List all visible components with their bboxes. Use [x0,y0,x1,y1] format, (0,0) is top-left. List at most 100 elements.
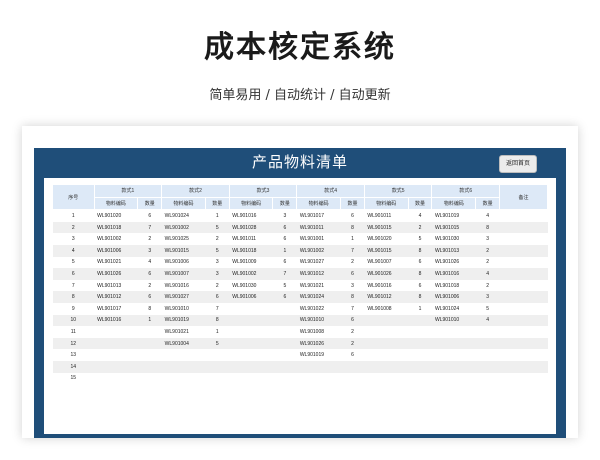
material-code-cell[interactable]: WL901015 [431,221,476,234]
quantity-cell[interactable] [272,360,297,373]
quantity-cell[interactable] [475,360,500,373]
quantity-cell[interactable]: 4 [475,268,500,280]
material-code-cell[interactable]: WL901019 [161,314,206,327]
quantity-cell[interactable]: 3 [475,291,500,303]
quantity-cell[interactable]: 3 [475,233,500,245]
quantity-cell[interactable]: 5 [272,279,297,292]
quantity-cell[interactable] [137,360,162,373]
material-code-cell[interactable] [94,372,138,385]
material-code-cell[interactable] [229,349,273,361]
quantity-cell[interactable]: 2 [137,279,162,292]
material-code-cell[interactable] [431,326,476,338]
quantity-cell[interactable]: 5 [205,337,230,350]
material-code-cell[interactable] [364,314,409,327]
quantity-cell[interactable]: 6 [272,233,297,245]
material-code-cell[interactable]: WL901024 [161,209,206,222]
material-code-cell[interactable]: WL901010 [431,314,476,327]
quantity-cell[interactable]: 3 [340,279,365,292]
material-code-cell[interactable]: WL901004 [161,337,206,350]
quantity-cell[interactable]: 2 [475,256,500,269]
quantity-cell[interactable]: 5 [475,302,500,315]
remark-cell[interactable] [499,372,548,385]
material-code-cell[interactable]: WL901009 [229,256,273,269]
material-code-cell[interactable] [364,372,409,385]
material-code-cell[interactable]: WL901002 [94,233,138,245]
material-code-cell[interactable]: WL901018 [431,279,476,292]
quantity-cell[interactable]: 8 [475,221,500,234]
remark-cell[interactable] [499,291,548,303]
quantity-cell[interactable] [408,360,432,373]
material-code-cell[interactable] [229,314,273,327]
quantity-cell[interactable]: 2 [205,279,230,292]
quantity-cell[interactable] [137,337,162,350]
material-code-cell[interactable]: WL901026 [296,337,341,350]
quantity-cell[interactable]: 1 [205,326,230,338]
material-code-cell[interactable] [229,302,273,315]
material-code-cell[interactable]: WL901008 [296,326,341,338]
material-code-cell[interactable]: WL901016 [161,279,206,292]
material-code-cell[interactable]: WL901017 [94,302,138,315]
material-code-cell[interactable]: WL901030 [229,279,273,292]
material-code-cell[interactable] [364,360,409,373]
material-code-cell[interactable] [229,360,273,373]
material-code-cell[interactable]: WL901021 [161,326,206,338]
quantity-cell[interactable]: 8 [340,291,365,303]
quantity-cell[interactable]: 5 [408,233,432,245]
material-code-cell[interactable] [431,360,476,373]
material-code-cell[interactable]: WL901018 [94,221,138,234]
quantity-cell[interactable] [205,349,230,361]
material-code-cell[interactable]: WL901030 [431,233,476,245]
material-code-cell[interactable]: WL901007 [161,268,206,280]
quantity-cell[interactable]: 1 [408,302,432,315]
quantity-cell[interactable]: 4 [408,209,432,222]
quantity-cell[interactable]: 1 [340,233,365,245]
quantity-cell[interactable]: 6 [340,349,365,361]
material-code-cell[interactable]: WL901016 [229,209,273,222]
quantity-cell[interactable] [408,372,432,385]
quantity-cell[interactable] [475,326,500,338]
material-code-cell[interactable] [94,349,138,361]
material-code-cell[interactable] [161,349,206,361]
material-code-cell[interactable]: WL901012 [94,291,138,303]
remark-cell[interactable] [499,233,548,245]
quantity-cell[interactable] [137,326,162,338]
remark-cell[interactable] [499,302,548,315]
quantity-cell[interactable]: 1 [272,244,297,257]
quantity-cell[interactable] [137,372,162,385]
material-code-cell[interactable]: WL901006 [94,244,138,257]
material-code-cell[interactable]: WL901015 [364,244,409,257]
material-code-cell[interactable]: WL901012 [364,291,409,303]
quantity-cell[interactable] [475,349,500,361]
quantity-cell[interactable]: 1 [205,209,230,222]
quantity-cell[interactable]: 7 [340,244,365,257]
quantity-cell[interactable] [205,360,230,373]
material-code-cell[interactable]: WL901016 [94,314,138,327]
quantity-cell[interactable]: 6 [272,256,297,269]
material-code-cell[interactable]: WL901021 [296,279,341,292]
quantity-cell[interactable] [272,302,297,315]
quantity-cell[interactable] [137,349,162,361]
material-code-cell[interactable] [431,349,476,361]
material-code-cell[interactable] [431,372,476,385]
material-code-cell[interactable]: WL901011 [229,233,273,245]
material-code-cell[interactable]: WL901015 [364,221,409,234]
quantity-cell[interactable] [408,337,432,350]
material-code-cell[interactable]: WL901025 [161,233,206,245]
quantity-cell[interactable]: 2 [408,221,432,234]
quantity-cell[interactable]: 6 [137,268,162,280]
quantity-cell[interactable] [272,372,297,385]
material-code-cell[interactable] [364,326,409,338]
quantity-cell[interactable]: 2 [137,233,162,245]
material-code-cell[interactable] [229,337,273,350]
quantity-cell[interactable]: 3 [205,256,230,269]
quantity-cell[interactable]: 8 [408,244,432,257]
material-code-cell[interactable]: WL901015 [161,244,206,257]
quantity-cell[interactable]: 3 [272,209,297,222]
remark-cell[interactable] [499,360,548,373]
material-code-cell[interactable]: WL901006 [161,256,206,269]
quantity-cell[interactable] [408,314,432,327]
quantity-cell[interactable]: 3 [205,268,230,280]
material-code-cell[interactable]: WL901018 [229,244,273,257]
material-code-cell[interactable]: WL901012 [296,268,341,280]
quantity-cell[interactable]: 2 [340,256,365,269]
